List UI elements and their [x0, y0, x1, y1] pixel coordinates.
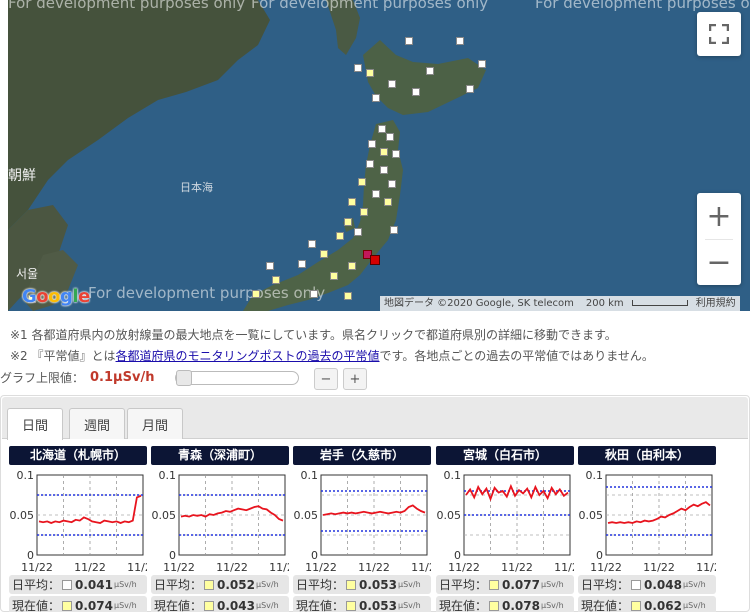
y-tick-label: 0.1 — [301, 469, 319, 482]
graph-max-value: 0.1μSv/h — [90, 370, 155, 385]
map-label-seoul: 서울 — [16, 267, 39, 281]
y-tick-label: 0.1 — [444, 469, 462, 482]
y-tick-label: 0.05 — [294, 509, 319, 522]
x-tick-label: 11/23 — [411, 561, 431, 573]
x-tick-label: 11/22 — [74, 561, 106, 573]
station-card: 宮城（白石市）0.10.05011/2211/2211/23日平均：0.077μ… — [436, 446, 574, 612]
tab-weekly[interactable]: 週間 — [69, 408, 126, 439]
graph-max-plus-button[interactable]: + — [343, 368, 367, 390]
zoom-out-button[interactable]: − — [697, 239, 741, 285]
daily-average-row: 日平均： 0.077 μSv/h — [436, 575, 574, 594]
x-tick-label: 11/23 — [269, 561, 289, 573]
level-indicator — [62, 600, 73, 611]
level-indicator — [204, 600, 215, 611]
level-indicator — [346, 600, 357, 611]
x-tick-label: 11/22 — [590, 561, 622, 573]
x-tick-label: 11/23 — [127, 561, 147, 573]
station-name-link[interactable]: 宮城（白石市） — [436, 446, 574, 465]
station-card: 秋田（由利本）0.10.05011/2211/2211/23日平均：0.048μ… — [578, 446, 716, 612]
zoom-in-button[interactable]: + — [697, 193, 741, 239]
dev-watermark: For development purposes only — [88, 284, 326, 302]
dev-watermark: For development purposes only — [8, 0, 246, 12]
daily-average-row: 日平均： 0.041 μSv/h — [9, 575, 147, 594]
y-tick-label: 0.1 — [17, 469, 35, 482]
normal-value-link[interactable]: 各都道府県のモニタリングポストの過去の平常値 — [116, 349, 380, 363]
x-tick-label: 11/22 — [21, 561, 53, 573]
station-chart: 0.10.05011/2211/2211/23 — [293, 467, 431, 573]
map-label-sea: 日本海 — [180, 181, 213, 194]
station-chart: 0.10.05011/2211/2211/23 — [151, 467, 289, 573]
note-2: ※2 『平常値』とは各都道府県のモニタリングポストの過去の平常値です。各地点ごと… — [10, 349, 654, 363]
daily-average-row: 日平均： 0.053 μSv/h — [293, 575, 431, 594]
x-tick-label: 11/23 — [554, 561, 574, 573]
station-name-link[interactable]: 岩手（久慈市） — [293, 446, 431, 465]
level-indicator — [489, 600, 500, 611]
tab-bar: 日間 週間 月間 — [2, 397, 748, 440]
map-attribution: 地図データ ©2020 Google, SK telecom 200 km 利用… — [380, 296, 740, 311]
station-card: 青森（深浦町）0.10.05011/2211/2211/23日平均：0.052μ… — [151, 446, 289, 612]
x-tick-label: 11/22 — [305, 561, 337, 573]
current-value-row: 現在値： 0.078 μSv/h — [436, 596, 574, 612]
page: For development purposes only For develo… — [0, 0, 750, 612]
current-value-row: 現在値： 0.053 μSv/h — [293, 596, 431, 612]
station-card: 岩手（久慈市）0.10.05011/2211/2211/23日平均：0.053μ… — [293, 446, 431, 612]
level-indicator — [631, 600, 642, 611]
current-value-row: 現在値： 0.074 μSv/h — [9, 596, 147, 612]
station-chart: 0.10.05011/2211/2211/23 — [436, 467, 574, 573]
station-card: 北海道（札幌市）0.10.05011/2211/2211/23日平均：0.041… — [9, 446, 147, 612]
dev-watermark: For development purposes only — [251, 0, 489, 12]
y-tick-label: 0.05 — [579, 509, 604, 522]
note-1: ※1 各都道府県内の放射線量の最大地点を一覧にしています。県名クリックで都道府県… — [10, 328, 617, 342]
y-tick-label: 0.1 — [159, 469, 177, 482]
daily-average-row: 日平均： 0.048 μSv/h — [578, 575, 716, 594]
map-label-korea: 朝鮮 — [8, 168, 36, 184]
fullscreen-icon — [709, 24, 729, 44]
slider-handle[interactable] — [176, 370, 192, 386]
y-tick-label: 0.05 — [10, 509, 35, 522]
zoom-controls: + − — [697, 193, 741, 285]
map-data-credit[interactable]: 地図データ ©2020 Google, SK telecom — [380, 296, 578, 311]
tab-daily[interactable]: 日間 — [7, 408, 64, 440]
terms-link[interactable]: 利用規約 — [692, 296, 740, 311]
dev-watermark: For development purposes only — [535, 0, 750, 12]
graph-max: グラフ上限値： 0.1μSv/h — [0, 369, 154, 386]
graph-max-slider[interactable] — [175, 370, 299, 386]
level-indicator — [631, 579, 642, 590]
radiation-map[interactable]: For development purposes only For develo… — [8, 0, 750, 311]
y-tick-label: 0.1 — [586, 469, 604, 482]
x-tick-label: 11/22 — [163, 561, 195, 573]
x-tick-label: 11/22 — [643, 561, 675, 573]
station-name-link[interactable]: 北海道（札幌市） — [9, 446, 147, 465]
level-indicator — [489, 579, 500, 590]
station-name-link[interactable]: 秋田（由利本） — [578, 446, 716, 465]
level-indicator — [204, 579, 215, 590]
fullscreen-button[interactable] — [697, 12, 741, 56]
station-chart: 0.10.05011/2211/2211/23 — [578, 467, 716, 573]
current-value-row: 現在値： 0.062 μSv/h — [578, 596, 716, 612]
y-tick-label: 0.05 — [437, 509, 462, 522]
station-name-link[interactable]: 青森（深浦町） — [151, 446, 289, 465]
level-indicator — [62, 579, 73, 590]
x-tick-label: 11/22 — [216, 561, 248, 573]
google-logo[interactable]: Google — [22, 286, 90, 307]
graph-max-label: グラフ上限値： — [0, 371, 85, 385]
daily-average-row: 日平均： 0.052 μSv/h — [151, 575, 289, 594]
level-indicator — [346, 579, 357, 590]
current-value-row: 現在値： 0.043 μSv/h — [151, 596, 289, 612]
map-scale[interactable]: 200 km — [578, 296, 692, 311]
x-tick-label: 11/22 — [358, 561, 390, 573]
x-tick-label: 11/22 — [448, 561, 480, 573]
x-tick-label: 11/22 — [501, 561, 533, 573]
y-tick-label: 0.05 — [152, 509, 177, 522]
x-tick-label: 11/23 — [696, 561, 716, 573]
graph-max-minus-button[interactable]: − — [314, 368, 338, 390]
tab-monthly[interactable]: 月間 — [127, 408, 184, 439]
station-chart: 0.10.05011/2211/2211/23 — [9, 467, 147, 573]
